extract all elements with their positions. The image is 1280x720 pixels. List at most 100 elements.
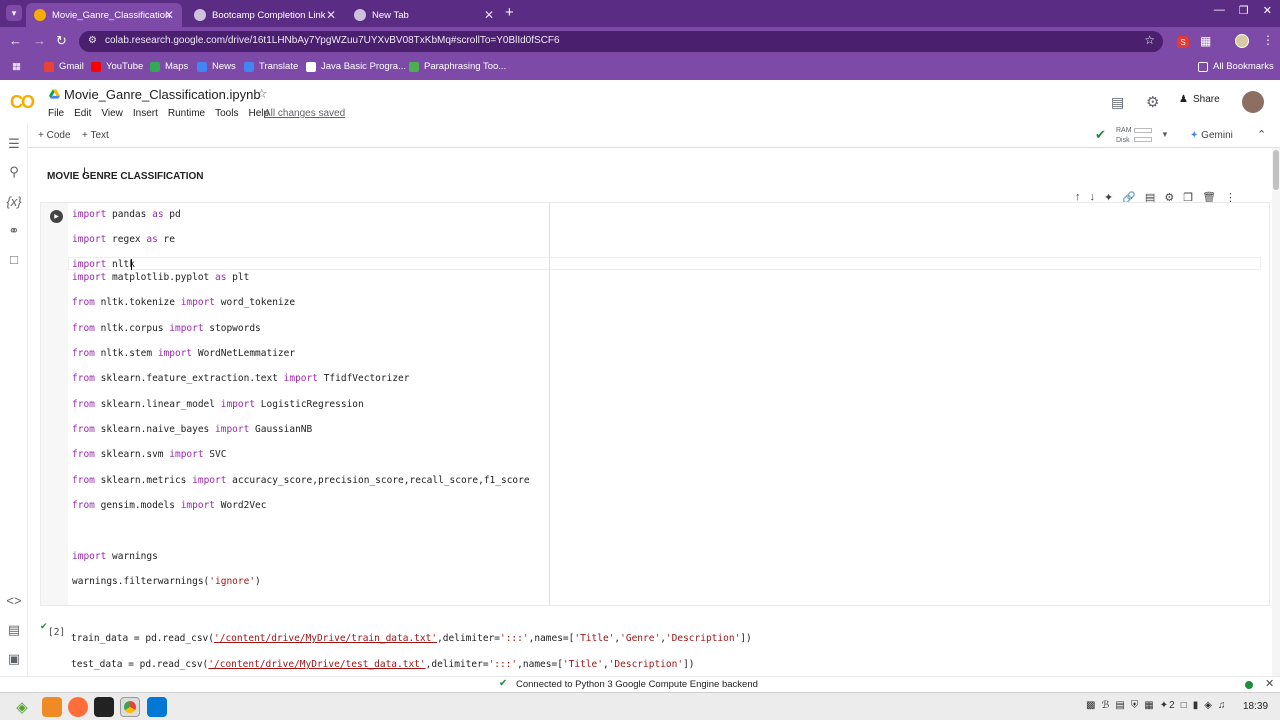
bookmark-java[interactable]: Java Basic Progra... bbox=[306, 61, 406, 72]
code-line[interactable]: from gensim.models import Word2Vec bbox=[72, 500, 267, 511]
code-cell[interactable]: ▶ import pandas as pd import regex as re i… bbox=[40, 202, 1270, 606]
bookmark-translate[interactable]: Translate bbox=[244, 61, 298, 72]
chrome-icon[interactable] bbox=[120, 697, 140, 717]
google-drive-icon[interactable] bbox=[49, 89, 60, 99]
code-line[interactable]: import pandas as pd bbox=[72, 209, 181, 220]
code-line[interactable]: import nltk bbox=[72, 259, 135, 270]
star-notebook-icon[interactable]: ☆ bbox=[256, 86, 268, 102]
code-line[interactable]: train_data = pd.read_csv('/content/drive… bbox=[71, 633, 752, 644]
add-text-button[interactable]: + Text bbox=[82, 130, 109, 141]
back-icon[interactable]: ← bbox=[9, 33, 22, 48]
variables-icon[interactable]: {x} bbox=[6, 194, 22, 209]
code-line[interactable]: import regex as re bbox=[72, 234, 175, 245]
wifi-icon[interactable]: ◈ bbox=[1204, 700, 1212, 711]
tab-new-tab[interactable]: New Tab ✕ bbox=[346, 3, 502, 27]
code-line[interactable]: from sklearn.svm import SVC bbox=[72, 449, 226, 460]
bookmark-maps[interactable]: Maps bbox=[150, 61, 188, 72]
code-line[interactable]: from sklearn.feature_extraction.text imp… bbox=[72, 373, 409, 384]
menu-insert[interactable]: Insert bbox=[133, 108, 158, 119]
address-bar[interactable]: ⚙ colab.research.google.com/drive/16t1LH… bbox=[79, 31, 1163, 52]
close-tab-icon[interactable]: ✕ bbox=[326, 8, 336, 22]
bluetooth-icon[interactable]: ℬ bbox=[1101, 700, 1109, 711]
vscode-icon[interactable] bbox=[147, 697, 167, 717]
status-text[interactable]: Connected to Python 3 Google Compute Eng… bbox=[516, 679, 758, 690]
code-editor[interactable]: import pandas as pd import regex as re imp… bbox=[68, 203, 1269, 605]
menu-edit[interactable]: Edit bbox=[74, 108, 91, 119]
add-code-button[interactable]: + Code bbox=[38, 130, 71, 141]
terminal-icon[interactable] bbox=[94, 697, 114, 717]
run-cell-icon[interactable]: ▶ bbox=[50, 210, 63, 223]
bookmark-paraphrasing[interactable]: Paraphrasing Too... bbox=[409, 61, 506, 72]
tab-colab-notebook[interactable]: Movie_Ganre_Classification ✕ bbox=[26, 3, 182, 27]
notebook-scrollbar[interactable] bbox=[1272, 148, 1280, 676]
clipboard-icon[interactable]: ▤ bbox=[1115, 700, 1124, 711]
restore-icon[interactable]: ❐ bbox=[1239, 4, 1249, 17]
reload-icon[interactable]: ↻ bbox=[56, 33, 67, 49]
apps-grid-icon[interactable]: ▦ bbox=[12, 61, 21, 72]
code-line[interactable]: from sklearn.naive_bayes import Gaussian… bbox=[72, 424, 312, 435]
code-line[interactable]: warnings.filterwarnings('ignore') bbox=[72, 576, 261, 587]
colab-logo[interactable]: CO bbox=[10, 92, 35, 113]
volume-icon[interactable]: ♫ bbox=[1218, 700, 1226, 711]
files-folder-icon[interactable] bbox=[42, 697, 62, 717]
command-palette-icon[interactable]: ▤ bbox=[6, 622, 22, 638]
battery-icon[interactable]: ▮ bbox=[1193, 700, 1199, 711]
search-icon[interactable]: ⚲ bbox=[6, 164, 22, 180]
new-tab-icon[interactable]: + bbox=[505, 4, 514, 21]
files-folder-icon[interactable]: □ bbox=[6, 252, 22, 267]
secrets-key-icon[interactable]: ⚭ bbox=[6, 223, 22, 239]
ram-meter[interactable] bbox=[1134, 128, 1152, 133]
code-editor[interactable]: train_data = pd.read_csv('/content/drive… bbox=[67, 619, 1257, 676]
code-line[interactable]: from nltk.corpus import stopwords bbox=[72, 323, 261, 334]
user-avatar[interactable] bbox=[1242, 91, 1264, 113]
browser-menu-icon[interactable]: ⋮ bbox=[1262, 33, 1274, 47]
settings-gear-icon[interactable]: ⚙ bbox=[1146, 93, 1159, 111]
forward-icon[interactable]: → bbox=[33, 33, 46, 48]
comments-icon[interactable]: ▤ bbox=[1111, 94, 1124, 111]
code-line[interactable]: import warnings bbox=[72, 551, 158, 562]
vpn-icon[interactable]: ▩ bbox=[1086, 700, 1095, 711]
updates-icon[interactable]: ✦ 2 bbox=[1160, 700, 1175, 711]
minimize-icon[interactable]: — bbox=[1214, 4, 1225, 17]
bookmark-news[interactable]: News bbox=[197, 61, 236, 72]
menu-view[interactable]: View bbox=[101, 108, 123, 119]
code-line[interactable]: from sklearn.metrics import accuracy_sco… bbox=[72, 475, 530, 486]
code-line[interactable]: from nltk.tokenize import word_tokenize bbox=[72, 297, 295, 308]
browser-profile-avatar[interactable] bbox=[1235, 34, 1249, 48]
save-status[interactable]: All changes saved bbox=[264, 108, 345, 119]
table-of-contents-icon[interactable]: ☰ bbox=[6, 136, 22, 152]
close-tab-icon[interactable]: ✕ bbox=[484, 8, 494, 22]
code-snippets-icon[interactable]: <> bbox=[6, 593, 22, 608]
menu-runtime[interactable]: Runtime bbox=[168, 108, 205, 119]
menu-file[interactable]: File bbox=[48, 108, 64, 119]
disk-meter[interactable] bbox=[1134, 137, 1152, 142]
scrollbar-thumb[interactable] bbox=[1273, 150, 1279, 190]
close-window-icon[interactable]: ✕ bbox=[1263, 4, 1272, 17]
terminal-icon[interactable]: ▣ bbox=[6, 651, 22, 667]
bookmark-gmail[interactable]: Gmail bbox=[44, 61, 84, 72]
code-line[interactable]: test_data = pd.read_csv('/content/drive/… bbox=[71, 659, 695, 670]
mint-menu-icon[interactable]: ◈ bbox=[12, 697, 32, 717]
bookmark-youtube[interactable]: YouTube bbox=[91, 61, 143, 72]
gemini-button[interactable]: ✦ Gemini bbox=[1190, 130, 1233, 141]
display-icon[interactable]: □ bbox=[1181, 700, 1187, 711]
extension-s-icon[interactable]: S bbox=[1177, 36, 1189, 48]
menu-tools[interactable]: Tools bbox=[215, 108, 238, 119]
shield-icon[interactable]: ⛨ bbox=[1131, 700, 1139, 711]
share-button[interactable]: ♟ Share bbox=[1179, 94, 1220, 105]
site-info-icon[interactable]: ⚙ bbox=[88, 35, 97, 46]
network-icon[interactable]: ▦ bbox=[1144, 700, 1153, 711]
bookmark-star-icon[interactable]: ☆ bbox=[1144, 33, 1155, 47]
firefox-icon[interactable] bbox=[68, 697, 88, 717]
chevron-down-icon[interactable]: ▼ bbox=[1161, 130, 1169, 139]
clock[interactable]: 18:39 bbox=[1243, 701, 1268, 712]
collapse-header-icon[interactable]: ⌃ bbox=[1257, 128, 1266, 141]
close-status-icon[interactable]: ✕ bbox=[1265, 677, 1274, 690]
code-line[interactable]: from nltk.stem import WordNetLemmatizer bbox=[72, 348, 295, 359]
close-tab-icon[interactable]: ✕ bbox=[164, 8, 174, 22]
connection-indicator[interactable] bbox=[1245, 681, 1253, 689]
code-line[interactable]: import matplotlib.pyplot as plt bbox=[72, 272, 249, 283]
code-line[interactable]: from sklearn.linear_model import Logisti… bbox=[72, 399, 364, 410]
tab-bootcamp[interactable]: Bootcamp Completion Link ✕ bbox=[186, 3, 344, 27]
tab-search-icon[interactable]: ▾ bbox=[6, 5, 22, 21]
